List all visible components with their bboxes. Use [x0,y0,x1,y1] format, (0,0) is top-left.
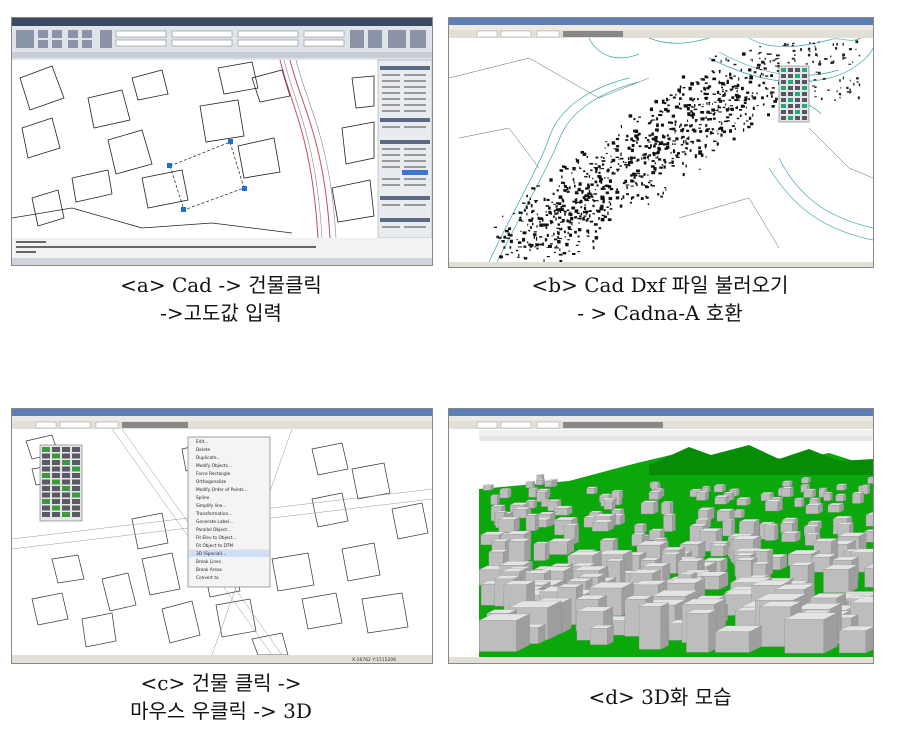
caption-d-line1: <d> 3D화 모습 [588,685,732,709]
caption-a-line2: ->고도값 입력 [160,301,282,325]
context-menu-item[interactable]: Force Rectangle [196,471,231,477]
caption-b-line2: - > Cadna-A 호환 [577,301,743,325]
cad-canvas [12,18,432,265]
caption-c: <c> 건물 클릭 -> 마우스 우클릭 -> 3D [11,669,431,725]
context-menu-item[interactable]: 3D (Special)... [196,551,226,557]
context-menu-item[interactable]: Break Lines [196,559,222,565]
context-menu-item[interactable]: Simplify line... [196,503,226,509]
caption-a: <a> Cad -> 건물클릭 ->고도값 입력 [11,271,431,327]
cadna-map-canvas [449,18,873,267]
panel-a-cad-screenshot [11,17,433,266]
context-menu-item[interactable]: Generate Label... [196,519,233,525]
context-menu-item[interactable]: Fit Elev to Object... [196,535,237,541]
panel-b-cadna-map-screenshot [448,17,874,268]
3d-view-canvas [449,409,873,663]
context-menu-item[interactable]: Parallel Object... [196,527,231,533]
caption-c-line2: 마우스 우클릭 -> 3D [130,699,312,723]
caption-a-line1: <a> Cad -> 건물클릭 [120,273,322,297]
context-menu-item[interactable]: Orthogonalize [196,479,227,485]
context-menu-item[interactable]: Modify Objects... [196,463,232,469]
caption-b-line1: <b> Cad Dxf 파일 불러오기 [531,273,789,297]
context-menu-item[interactable]: Edit... [196,439,208,445]
context-menu-item[interactable]: Convert to [196,575,219,581]
caption-b: <b> Cad Dxf 파일 불러오기 - > Cadna-A 호환 [448,271,872,327]
panel-d-3d-view-screenshot [448,408,874,664]
caption-c-line1: <c> 건물 클릭 -> [140,671,302,695]
context-menu-item[interactable]: Break Areas [196,567,223,573]
context-menu-item[interactable]: Fit Object to DTM [196,543,233,549]
context-menu-item[interactable]: Delete [196,447,210,453]
cadna-editor-canvas: Edit... Delete Duplicate... Modify Objects.… [12,409,432,663]
context-menu-item[interactable]: Modify Order of Points... [196,487,248,493]
panel-c-context-menu-screenshot: Edit... Delete Duplicate... Modify Objects.… [11,408,433,664]
context-menu-item[interactable]: Duplicate... [196,455,221,461]
status-coordinates: X:16762 Y:1515206 [352,657,396,663]
caption-d: <d> 3D화 모습 [448,683,872,711]
context-menu-item[interactable]: Transformation... [195,511,232,517]
context-menu-item[interactable]: Spline [196,495,210,501]
